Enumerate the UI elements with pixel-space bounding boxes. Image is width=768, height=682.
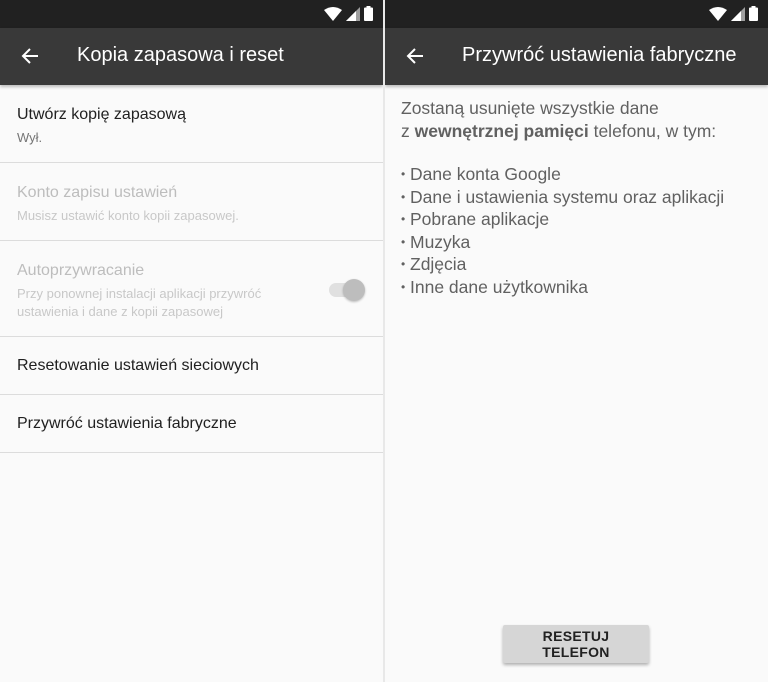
app-bar: Przywróć ustawienia fabryczne <box>385 28 768 85</box>
list-item: Dane konta Google <box>401 163 756 186</box>
app-bar: Kopia zapasowa i reset <box>0 28 383 85</box>
list-item: Pobrane aplikacje <box>401 208 756 231</box>
backup-reset-screen: Kopia zapasowa i reset Utwórz kopię zapa… <box>0 0 383 682</box>
back-button[interactable] <box>16 42 44 70</box>
factory-reset-screen: Przywróć ustawienia fabryczne Zostaną us… <box>385 0 768 682</box>
list-item: Zdjęcia <box>401 253 756 276</box>
page-title: Przywróć ustawienia fabryczne <box>462 44 737 66</box>
reset-phone-button[interactable]: RESETUJ TELEFON <box>503 625 649 663</box>
wifi-icon <box>709 6 727 21</box>
page-title: Kopia zapasowa i reset <box>77 44 284 66</box>
list-item: Inne dane użytkownika <box>401 276 756 299</box>
auto-restore-toggle[interactable] <box>329 279 365 301</box>
info-line-1: Zostaną usunięte wszystkie dane <box>401 98 659 118</box>
setting-title: Utwórz kopię zapasową <box>17 106 186 123</box>
reset-info: Zostaną usunięte wszystkie dane z wewnęt… <box>401 97 756 298</box>
setting-auto-restore[interactable]: Autoprzywracanie Przy ponownej instalacj… <box>0 241 383 337</box>
info-prefix: z <box>401 120 415 141</box>
status-icons <box>324 6 373 21</box>
signal-icon <box>731 6 745 21</box>
arrow-back-icon <box>21 48 38 64</box>
list-item: Dane i ustawienia systemu oraz aplikacji <box>401 186 756 209</box>
info-suffix: telefonu, w tym: <box>588 120 717 141</box>
arrow-back-icon <box>406 48 423 64</box>
battery-icon <box>749 6 758 21</box>
setting-title: Autoprzywracanie <box>17 262 145 279</box>
list-item: Muzyka <box>401 231 756 254</box>
setting-network-reset[interactable]: Resetowanie ustawień sieciowych <box>0 337 383 395</box>
setting-title: Przywróć ustawienia fabryczne <box>17 415 237 432</box>
status-bar <box>0 0 383 28</box>
setting-subtitle: Musisz ustawić konto kopii zapasowej. <box>17 208 239 223</box>
battery-icon <box>364 6 373 21</box>
setting-title: Konto zapisu ustawień <box>17 184 178 201</box>
setting-title: Resetowanie ustawień sieciowych <box>17 357 259 374</box>
status-bar <box>385 0 768 28</box>
setting-factory-reset[interactable]: Przywróć ustawienia fabryczne <box>0 395 383 453</box>
setting-backup[interactable]: Utwórz kopię zapasową Wył. <box>0 85 383 163</box>
setting-backup-account[interactable]: Konto zapisu ustawień Musisz ustawić kon… <box>0 163 383 241</box>
toggle-thumb <box>343 279 365 301</box>
info-line-2: z wewnętrznej pamięci telefonu, w tym: <box>401 120 756 143</box>
data-list: Dane konta Google Dane i ustawienia syst… <box>401 163 756 298</box>
signal-icon <box>346 6 360 21</box>
wifi-icon <box>324 6 342 21</box>
status-icons <box>709 6 758 21</box>
setting-subtitle: Przy ponownej instalacji aplikacji przyw… <box>17 286 262 319</box>
setting-subtitle: Wył. <box>17 130 43 145</box>
back-button[interactable] <box>401 42 429 70</box>
info-bold: wewnętrznej pamięci <box>414 120 589 141</box>
